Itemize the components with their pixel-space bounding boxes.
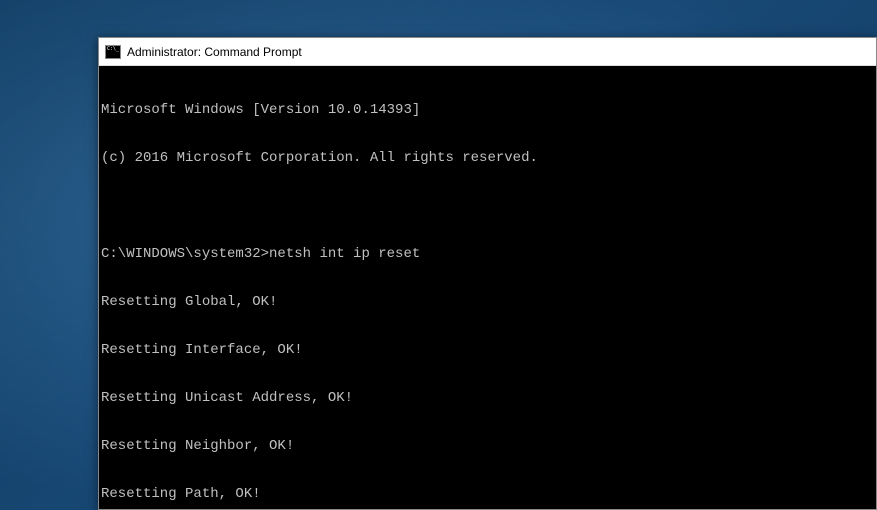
window-title: Administrator: Command Prompt (127, 45, 302, 59)
output-line: Resetting Global, OK! (101, 294, 874, 310)
console-area[interactable]: Microsoft Windows [Version 10.0.14393] (… (99, 66, 876, 509)
command-prompt-window: Administrator: Command Prompt Microsoft … (98, 37, 877, 510)
command-text: netsh int ip reset (269, 246, 420, 262)
console-header-line: Microsoft Windows [Version 10.0.14393] (101, 102, 874, 118)
prompt-path: C:\WINDOWS\system32> (101, 246, 269, 262)
window-titlebar[interactable]: Administrator: Command Prompt (99, 38, 876, 66)
console-header-line: (c) 2016 Microsoft Corporation. All righ… (101, 150, 874, 166)
console-blank-line (101, 198, 874, 214)
command-line: C:\WINDOWS\system32>netsh int ip reset (101, 246, 874, 262)
output-line: Resetting Neighbor, OK! (101, 438, 874, 454)
cmd-icon (105, 45, 121, 59)
output-line: Resetting Path, OK! (101, 486, 874, 502)
output-line: Resetting Unicast Address, OK! (101, 390, 874, 406)
output-line: Resetting Interface, OK! (101, 342, 874, 358)
